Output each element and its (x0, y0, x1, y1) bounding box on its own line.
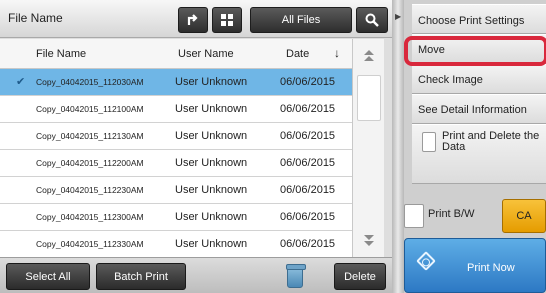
scroll-up-button[interactable] (353, 39, 384, 71)
scroll-thumb[interactable] (357, 75, 381, 121)
all-files-button[interactable]: All Files (250, 7, 352, 33)
file-table-body: ✔ Copy_04042015_112030AM User Unknown 06… (0, 69, 352, 258)
move-highlight-frame (404, 36, 546, 66)
cell-user-name: User Unknown (175, 76, 248, 88)
cell-file-name: Copy_04042015_112200AM (36, 158, 144, 168)
table-row[interactable]: Copy_04042015_112130AM User Unknown 06/0… (0, 123, 352, 150)
table-row[interactable]: Copy_04042015_112230AM User Unknown 06/0… (0, 177, 352, 204)
double-down-arrow-icon (363, 235, 374, 246)
sort-descending-icon[interactable]: ↓ (334, 46, 340, 60)
table-row[interactable]: Copy_04042015_112200AM User Unknown 06/0… (0, 150, 352, 177)
up-folder-icon (187, 14, 198, 25)
select-all-button[interactable]: Select All (6, 263, 90, 290)
print-now-button[interactable]: Print Now (404, 238, 546, 293)
menu-item-see-detail-information[interactable]: See Detail Information (412, 94, 546, 124)
cell-date: 06/06/2015 (280, 103, 336, 115)
cell-date: 06/06/2015 (280, 184, 336, 196)
cell-file-name: Copy_04042015_112230AM (36, 185, 144, 195)
search-button[interactable] (356, 7, 388, 33)
file-toolbar: File Name All Files (0, 0, 392, 38)
table-row[interactable]: Copy_04042015_112300AM User Unknown 06/0… (0, 204, 352, 231)
print-bw-checkbox[interactable] (404, 204, 424, 228)
print-and-delete-checkbox[interactable] (422, 132, 436, 152)
batch-print-button[interactable]: Batch Print (96, 263, 186, 290)
scroll-down-button[interactable] (353, 225, 384, 257)
print-bw-option: Print B/W CA (404, 196, 546, 236)
print-bw-label: Print B/W (428, 208, 475, 220)
checkmark-icon: ✔ (16, 76, 26, 88)
bottom-toolbar: Select All Batch Print Delete (0, 257, 392, 293)
menu-item-label: Choose Print Settings (418, 15, 525, 27)
search-icon (365, 13, 379, 27)
cell-date: 06/06/2015 (280, 157, 336, 169)
cell-user-name: User Unknown (175, 103, 248, 115)
table-row[interactable]: Copy_04042015_112330AM User Unknown 06/0… (0, 231, 352, 258)
panel-divider[interactable]: ▶ (392, 0, 404, 293)
menu-item-label: Check Image (418, 74, 483, 86)
cell-user-name: User Unknown (175, 157, 248, 169)
up-folder-button[interactable] (178, 7, 208, 33)
cell-file-name: Copy_04042015_112100AM (36, 104, 144, 114)
scrollbar[interactable] (352, 39, 384, 257)
column-header-user-name[interactable]: User Name (178, 48, 234, 60)
cell-user-name: User Unknown (175, 238, 248, 250)
cell-file-name: Copy_04042015_112130AM (36, 131, 144, 141)
menu-item-choose-print-settings[interactable]: Choose Print Settings (412, 4, 546, 34)
grid-view-icon (221, 14, 233, 26)
menu-item-print-and-delete[interactable]: Print and Delete the Data (412, 124, 546, 184)
column-header-date[interactable]: Date (286, 48, 309, 60)
cell-file-name: Copy_04042015_112300AM (36, 212, 144, 222)
cell-date: 06/06/2015 (280, 238, 336, 250)
toolbar-title: File Name (8, 11, 63, 25)
cell-user-name: User Unknown (175, 211, 248, 223)
menu-item-label: Print and Delete the Data (442, 130, 540, 153)
delete-button[interactable]: Delete (334, 263, 386, 290)
cell-user-name: User Unknown (175, 184, 248, 196)
cell-date: 06/06/2015 (280, 76, 336, 88)
table-row[interactable]: Copy_04042015_112100AM User Unknown 06/0… (0, 96, 352, 123)
table-row[interactable]: ✔ Copy_04042015_112030AM User Unknown 06… (0, 69, 352, 96)
menu-item-check-image[interactable]: Check Image (412, 64, 546, 94)
cell-file-name: Copy_04042015_112030AM (36, 77, 144, 87)
column-header-file-name[interactable]: File Name (36, 48, 86, 60)
cell-file-name: Copy_04042015_112330AM (36, 239, 144, 249)
start-icon (416, 251, 436, 271)
cell-user-name: User Unknown (175, 130, 248, 142)
menu-item-label: See Detail Information (418, 104, 527, 116)
file-list-panel: File Name All Files File Name User Name … (0, 0, 392, 293)
ca-button[interactable]: CA (502, 199, 546, 233)
cell-date: 06/06/2015 (280, 211, 336, 223)
cell-date: 06/06/2015 (280, 130, 336, 142)
print-now-label: Print Now (467, 262, 515, 274)
grid-view-button[interactable] (212, 7, 242, 33)
double-up-arrow-icon (363, 50, 374, 61)
table-header: File Name User Name Date ↓ (0, 39, 352, 69)
screen: File Name All Files File Name User Name … (0, 0, 546, 293)
collapse-arrow-icon[interactable]: ▶ (395, 12, 401, 21)
trash-icon (286, 264, 306, 288)
